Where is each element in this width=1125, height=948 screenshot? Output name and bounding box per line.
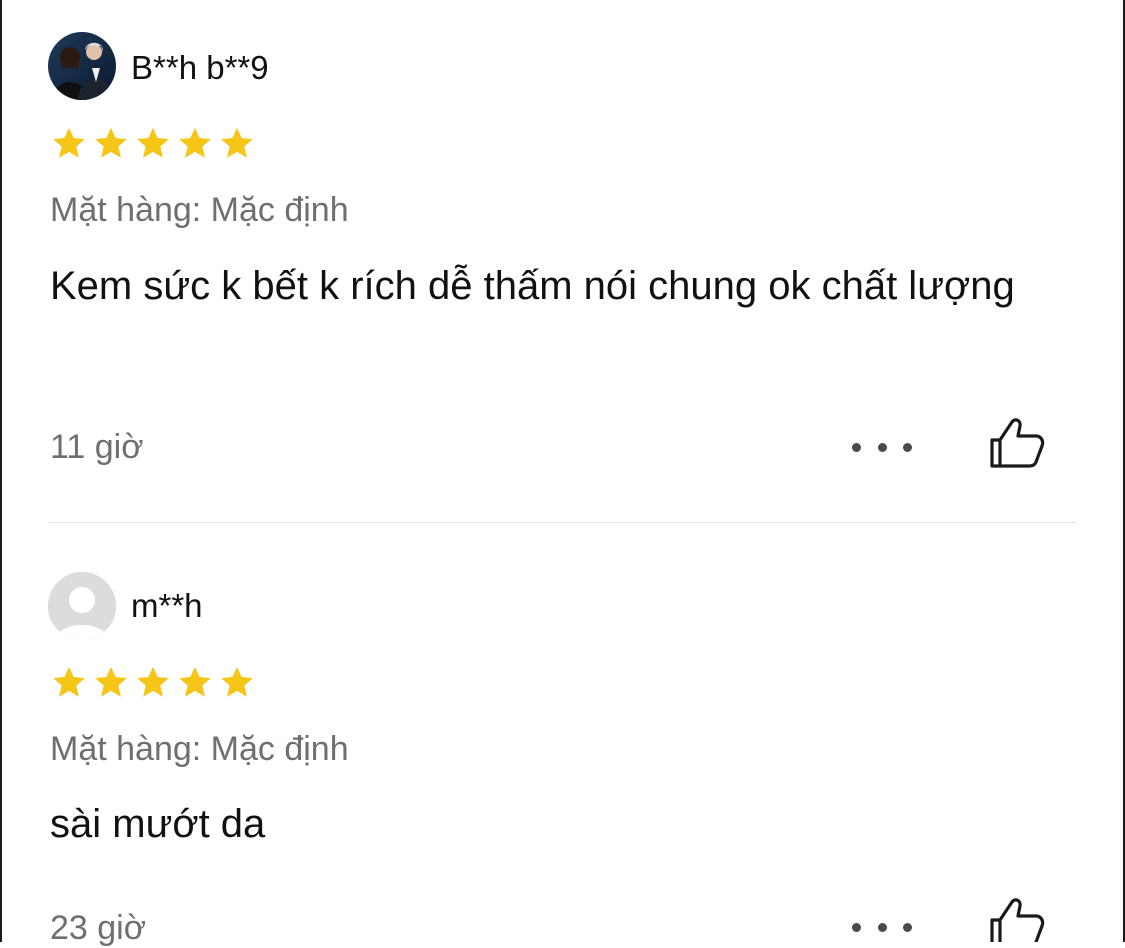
- product-variant: Mặt hàng: Mặc định: [50, 191, 349, 229]
- more-dots-icon: [852, 922, 861, 932]
- star-icon: [137, 127, 169, 158]
- review-time: 11 giờ: [50, 428, 144, 466]
- review-time: 23 giờ: [50, 909, 147, 947]
- rating-stars: [51, 664, 255, 700]
- thumbs-up-icon: [990, 418, 1045, 468]
- star-icon: [53, 666, 85, 697]
- avatar-photo-icon: [48, 32, 116, 100]
- avatar[interactable]: [48, 32, 116, 100]
- like-button[interactable]: [986, 896, 1048, 942]
- more-dots-icon: [852, 442, 861, 452]
- review-divider: [48, 522, 1076, 523]
- star-icon: [137, 666, 169, 697]
- like-button[interactable]: [986, 416, 1048, 472]
- thumbs-up-icon: [990, 898, 1045, 942]
- star-icon: [179, 127, 211, 158]
- username: m**h: [131, 587, 203, 624]
- default-avatar-icon: [48, 572, 116, 640]
- left-border: [0, 0, 2, 942]
- star-icon: [221, 127, 253, 158]
- review-comment: Kem sức k bết k rích dễ thấm nói chung o…: [50, 264, 1015, 308]
- more-options-button[interactable]: [852, 432, 912, 462]
- star-icon: [221, 666, 253, 697]
- review-comment: sài mướt da: [50, 802, 266, 846]
- star-icon: [95, 127, 127, 158]
- avatar[interactable]: [48, 572, 116, 640]
- more-options-button[interactable]: [852, 912, 912, 942]
- product-variant: Mặt hàng: Mặc định: [50, 730, 349, 768]
- rating-stars: [51, 125, 255, 161]
- star-icon: [53, 127, 85, 158]
- star-icon: [95, 666, 127, 697]
- username: B**h b**9: [131, 49, 269, 86]
- star-icon: [179, 666, 211, 697]
